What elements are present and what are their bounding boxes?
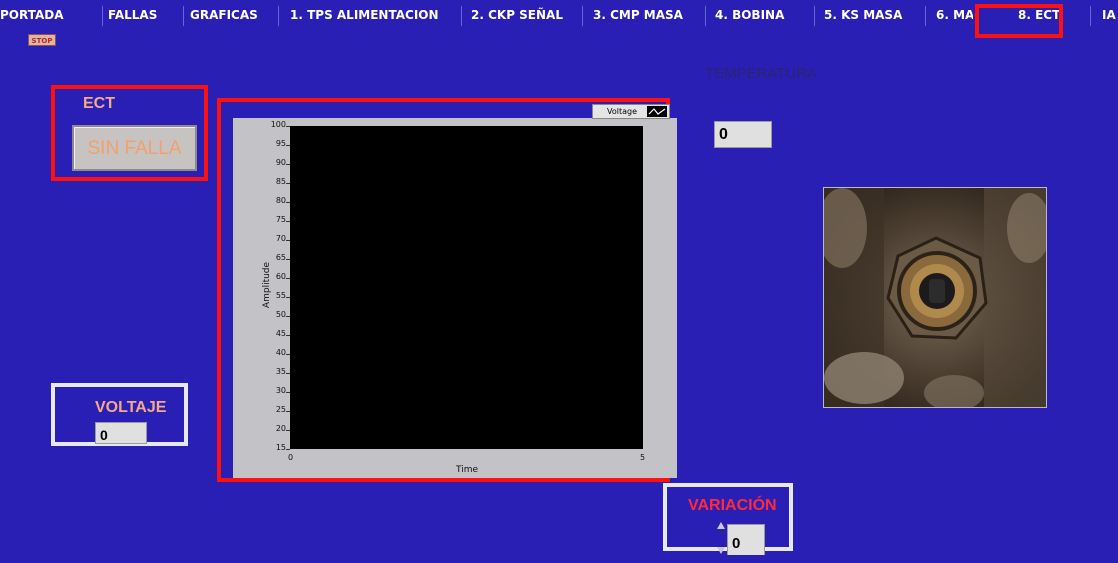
stop-button[interactable]: STOP	[28, 34, 56, 46]
y-tick-label: 25	[275, 405, 286, 414]
tab-separator	[461, 6, 462, 26]
tab-separator	[1090, 6, 1091, 26]
y-tick-label: 90	[275, 158, 286, 167]
y-tick-label: 15	[275, 443, 286, 452]
y-tick-mark	[286, 297, 290, 298]
variacion-label: VARIACIÓN	[688, 497, 777, 514]
tab-separator	[814, 6, 815, 26]
tab-cmp-masa[interactable]: 3. CMP MASA	[593, 4, 693, 26]
temperatura-indicator: 0	[714, 121, 772, 148]
tab-fallas[interactable]: FALLAS	[108, 4, 168, 26]
y-tick-mark	[286, 373, 290, 374]
sin-falla-button[interactable]: SIN FALLA	[72, 125, 197, 171]
voltaje-label: VOLTAJE	[95, 399, 167, 416]
y-tick-label: 95	[275, 139, 286, 148]
x-axis-label: Time	[456, 465, 479, 475]
y-tick-mark	[286, 354, 290, 355]
ect-label: ECT	[83, 95, 115, 112]
y-tick-label: 100	[270, 120, 286, 129]
tab-bar: PORTADA FALLAS GRAFICAS 1. TPS ALIMENTAC…	[0, 0, 1118, 32]
tab-separator	[102, 6, 103, 26]
waveform-plot-area[interactable]	[290, 126, 643, 449]
tab-tps-alimentacion[interactable]: 1. TPS ALIMENTACION	[290, 4, 450, 26]
ect-sensor-photo	[823, 187, 1047, 408]
y-tick-mark	[286, 316, 290, 317]
tab-separator	[582, 6, 583, 26]
y-tick-mark	[286, 183, 290, 184]
tab-map[interactable]: 6. MA	[936, 4, 973, 26]
x-tick-label: 0	[288, 453, 294, 462]
y-tick-label: 75	[275, 215, 286, 224]
tab-separator	[183, 6, 184, 26]
y-tick-mark	[286, 126, 290, 127]
tab-portada[interactable]: PORTADA	[0, 4, 70, 26]
tab-graficas[interactable]: GRAFICAS	[190, 4, 260, 26]
y-tick-mark	[286, 259, 290, 260]
y-tick-label: 85	[275, 177, 286, 186]
temperatura-label: TEMPERATURA	[705, 65, 818, 82]
tab-iat[interactable]: IA	[1102, 4, 1118, 26]
y-tick-mark	[286, 202, 290, 203]
y-tick-label: 20	[275, 424, 286, 433]
y-tick-label: 70	[275, 234, 286, 243]
y-tick-label: 40	[275, 348, 286, 357]
legend-line-icon	[647, 106, 667, 117]
y-tick-mark	[286, 449, 290, 450]
y-tick-label: 30	[275, 386, 286, 395]
plot-legend[interactable]: Voltage	[592, 104, 670, 119]
tab-ckp-senal[interactable]: 2. CKP SEÑAL	[471, 4, 571, 26]
y-tick-mark	[286, 392, 290, 393]
y-tick-label: 35	[275, 367, 286, 376]
y-tick-mark	[286, 411, 290, 412]
y-tick-mark	[286, 278, 290, 279]
y-tick-mark	[286, 164, 290, 165]
y-tick-mark	[286, 335, 290, 336]
voltaje-indicator: 0	[95, 422, 147, 444]
variacion-increment-arrows[interactable]	[716, 521, 726, 555]
x-tick-label: 5	[640, 453, 646, 462]
y-tick-mark	[286, 221, 290, 222]
y-tick-label: 45	[275, 329, 286, 338]
tab-ks-masa[interactable]: 5. KS MASA	[824, 4, 909, 26]
y-tick-mark	[286, 240, 290, 241]
variacion-control[interactable]: 0	[727, 524, 765, 555]
y-tick-mark	[286, 145, 290, 146]
tab-bobina[interactable]: 4. BOBINA	[715, 4, 795, 26]
tab-separator	[705, 6, 706, 26]
y-axis-label: Amplitude	[262, 261, 272, 309]
tab-separator	[278, 6, 279, 26]
active-tab-highlight	[975, 4, 1063, 38]
y-tick-mark	[286, 430, 290, 431]
legend-series-name: Voltage	[607, 107, 638, 116]
tab-separator	[925, 6, 926, 26]
y-tick-label: 80	[275, 196, 286, 205]
